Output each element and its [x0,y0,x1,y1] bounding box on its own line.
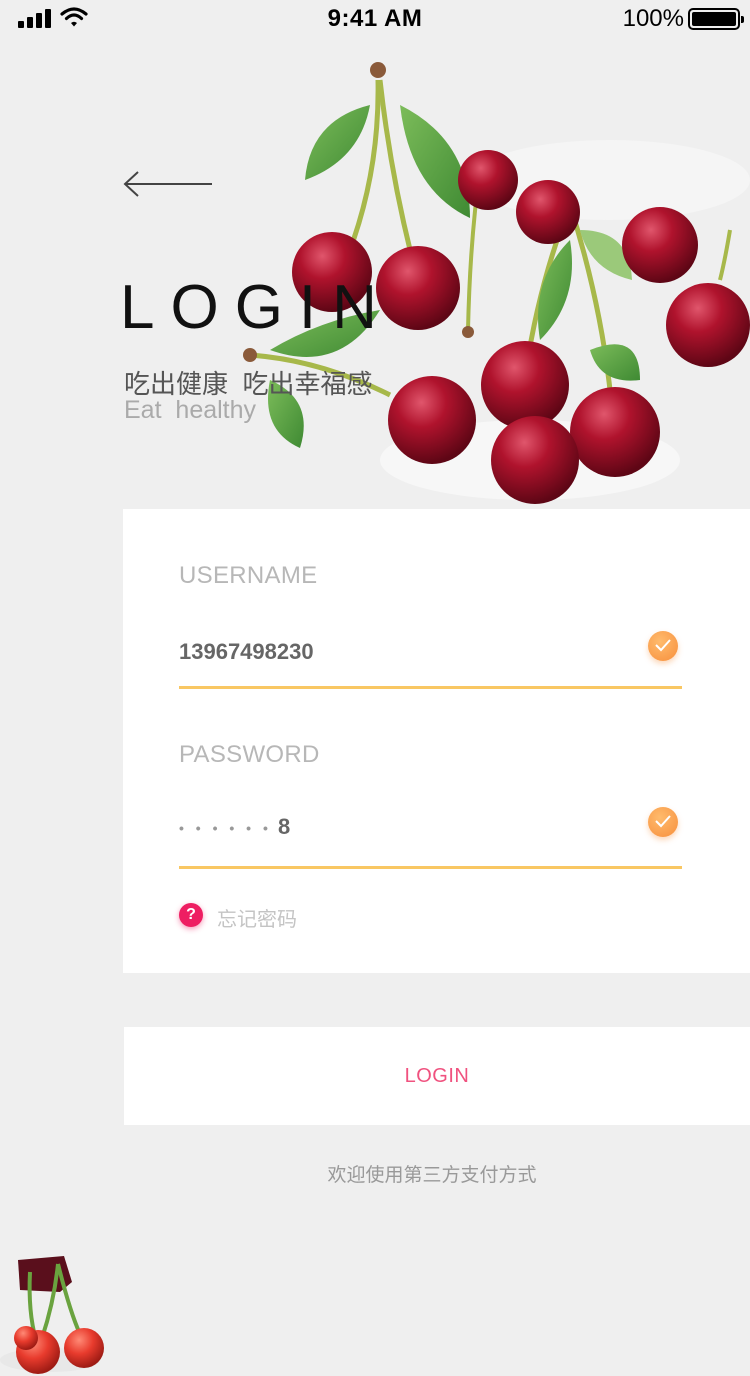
username-label: USERNAME [179,562,318,589]
login-button-label: LOGIN [404,1064,470,1087]
username-underline [179,686,682,689]
password-underline [179,866,682,869]
password-mask: • • • • • • [179,820,272,837]
login-button[interactable]: LOGIN [124,1027,750,1125]
password-last-char: 8 [277,814,291,839]
username-check-icon [648,631,678,661]
arrow-left-icon[interactable] [122,170,214,198]
password-label: PASSWORD [179,741,320,768]
page-title: LOGIN [120,273,393,342]
login-form-card: USERNAME 13967498230 PASSWORD • • • • • … [123,509,750,973]
battery-full-icon [688,8,744,30]
status-bar: 9:41 AM 100% [0,0,750,40]
username-input[interactable]: 13967498230 [179,639,314,665]
third-party-payment-text: 欢迎使用第三方支付方式 [327,1165,537,1186]
password-input[interactable]: • • • • • • 8 [179,814,290,840]
forgot-password-link[interactable]: 忘记密码 [217,903,297,932]
password-check-icon [648,807,678,837]
question-mark-icon[interactable]: ? [179,903,203,927]
subtitle-english: Eat healthy [124,396,257,424]
battery-percent: 100% [622,5,684,32]
corner-cherries-illustration [0,1256,104,1374]
